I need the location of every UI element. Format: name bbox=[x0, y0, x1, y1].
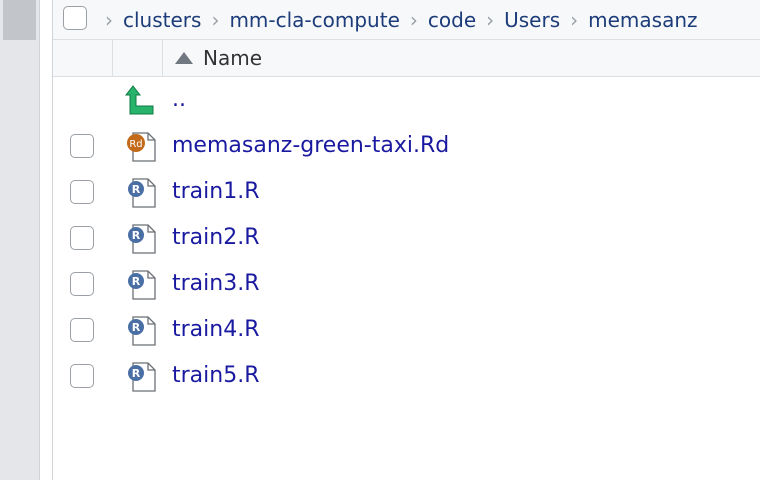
r-file-icon: R bbox=[125, 268, 159, 302]
icon-column-header bbox=[113, 40, 163, 76]
file-name-link[interactable]: train3.R bbox=[172, 261, 259, 307]
file-name-link[interactable]: train2.R bbox=[172, 215, 259, 261]
select-all-checkbox[interactable] bbox=[63, 6, 87, 30]
breadcrumb-item-users[interactable]: Users bbox=[504, 8, 560, 32]
rd-file-icon: Rd bbox=[125, 130, 159, 164]
file-row[interactable]: R train3.R bbox=[53, 261, 760, 307]
row-checkbox[interactable] bbox=[70, 364, 94, 388]
file-list-header: Name bbox=[53, 40, 760, 77]
file-row[interactable]: R train4.R bbox=[53, 307, 760, 353]
r-file-icon: R bbox=[125, 176, 159, 210]
chevron-right-icon: › bbox=[486, 8, 495, 32]
file-row[interactable]: R train1.R bbox=[53, 169, 760, 215]
row-checkbox[interactable] bbox=[70, 134, 94, 158]
chevron-right-icon: › bbox=[409, 8, 418, 32]
breadcrumb-item-mm-cla-compute[interactable]: mm-cla-compute bbox=[229, 8, 399, 32]
file-name-link[interactable]: train5.R bbox=[172, 353, 259, 399]
file-name-link[interactable]: memasanz-green-taxi.Rd bbox=[172, 123, 449, 169]
file-name-link[interactable]: train1.R bbox=[172, 169, 259, 215]
file-name-link[interactable]: train4.R bbox=[172, 307, 259, 353]
chevron-right-icon: › bbox=[105, 8, 113, 32]
breadcrumb-item-clusters[interactable]: clusters bbox=[123, 8, 201, 32]
files-panel: › clusters › mm-cla-compute › code › Use… bbox=[53, 0, 760, 480]
svg-text:R: R bbox=[132, 229, 141, 242]
r-file-icon: R bbox=[125, 360, 159, 394]
row-checkbox[interactable] bbox=[70, 318, 94, 342]
breadcrumb-item-code[interactable]: code bbox=[428, 8, 476, 32]
file-row[interactable]: Rd memasanz-green-taxi.Rd bbox=[53, 123, 760, 169]
svg-text:R: R bbox=[132, 367, 141, 380]
row-checkbox[interactable] bbox=[70, 180, 94, 204]
breadcrumb-path: › clusters › mm-cla-compute › code › Use… bbox=[103, 0, 698, 39]
checkbox-column-header bbox=[53, 40, 113, 76]
svg-text:R: R bbox=[132, 321, 141, 334]
row-checkbox[interactable] bbox=[70, 226, 94, 250]
file-name-link[interactable]: .. bbox=[172, 77, 186, 123]
row-checkbox[interactable] bbox=[70, 272, 94, 296]
name-column-label: Name bbox=[203, 46, 263, 70]
chevron-right-icon: › bbox=[211, 8, 220, 32]
chevron-right-icon: › bbox=[570, 8, 579, 32]
sort-ascending-icon bbox=[175, 52, 193, 64]
file-row[interactable]: R train5.R bbox=[53, 353, 760, 399]
file-row-parent[interactable]: .. bbox=[53, 77, 760, 123]
svg-text:R: R bbox=[132, 183, 141, 196]
file-row[interactable]: R train2.R bbox=[53, 215, 760, 261]
name-column-header[interactable]: Name bbox=[175, 40, 262, 76]
r-file-icon: R bbox=[125, 314, 159, 348]
pane-splitter[interactable] bbox=[39, 0, 53, 480]
left-sidebar bbox=[0, 0, 39, 480]
breadcrumb-item-memasanz[interactable]: memasanz bbox=[588, 8, 697, 32]
sidebar-scrollbar-thumb[interactable] bbox=[3, 0, 36, 40]
svg-text:Rd: Rd bbox=[129, 139, 142, 150]
svg-text:R: R bbox=[132, 275, 141, 288]
parent-folder-up-arrow-icon bbox=[124, 84, 159, 118]
breadcrumb: › clusters › mm-cla-compute › code › Use… bbox=[53, 0, 760, 40]
r-file-icon: R bbox=[125, 222, 159, 256]
